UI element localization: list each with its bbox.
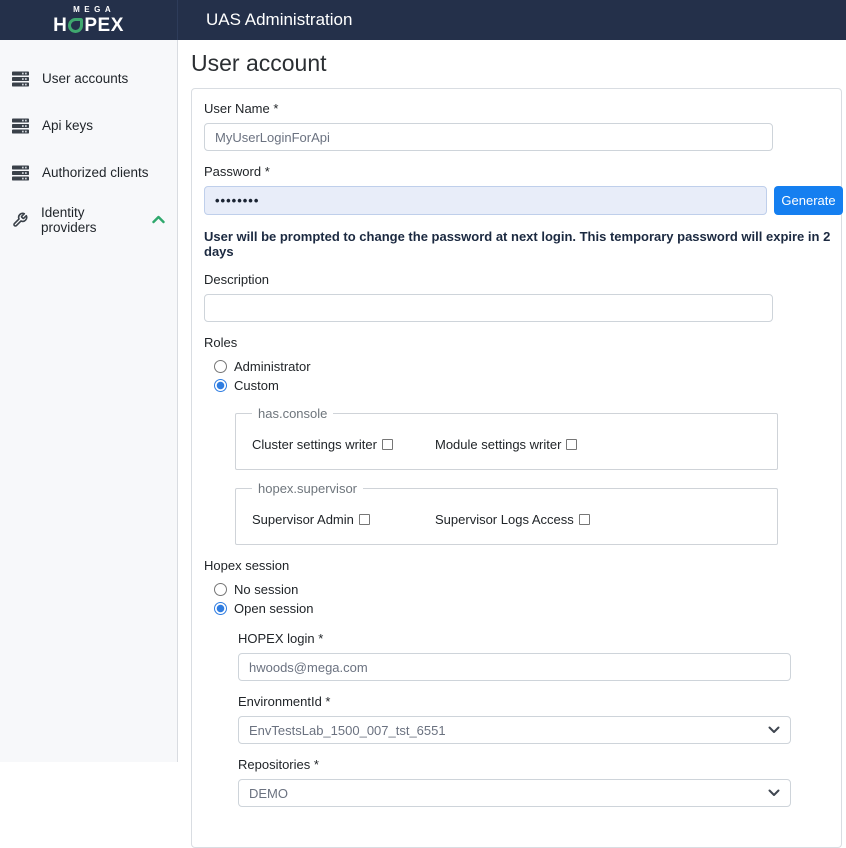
sidebar-item-label: Api keys xyxy=(42,118,93,133)
sidebar-item-user-accounts[interactable]: User accounts xyxy=(0,55,177,102)
server-list-icon xyxy=(12,165,29,181)
hopex-o-icon xyxy=(68,18,83,33)
password-label: Password * xyxy=(204,164,841,179)
main-content: User account User Name * Password * Gene… xyxy=(178,40,846,762)
sidebar-item-identity-providers[interactable]: Identity providers xyxy=(0,196,177,243)
environment-id-select[interactable]: EnvTestsLab_1500_007_tst_6551 xyxy=(238,716,791,744)
role-option-administrator[interactable]: Administrator xyxy=(214,357,841,376)
radio-unchecked-icon xyxy=(214,360,227,373)
wrench-icon xyxy=(12,212,28,228)
server-list-icon xyxy=(12,118,29,134)
chevron-down-icon xyxy=(768,726,780,734)
cluster-settings-writer-checkbox[interactable]: Cluster settings writer xyxy=(252,437,435,452)
roles-label: Roles xyxy=(204,335,841,350)
session-option-open-session[interactable]: Open session xyxy=(214,599,841,618)
roles-radio-group: Administrator Custom xyxy=(214,357,841,395)
app-title: UAS Administration xyxy=(206,10,352,30)
role-option-custom[interactable]: Custom xyxy=(214,376,841,395)
checkbox-unchecked-icon xyxy=(359,514,370,525)
supervisor-logs-access-checkbox[interactable]: Supervisor Logs Access xyxy=(435,512,590,527)
sidebar: User accounts Api keys xyxy=(0,40,178,762)
hopex-session-radio-group: No session Open session xyxy=(214,580,841,618)
logo-mega-text: MEGA xyxy=(73,6,115,14)
checkbox-unchecked-icon xyxy=(566,439,577,450)
page-title: User account xyxy=(191,49,846,77)
hopex-session-label: Hopex session xyxy=(204,558,841,573)
checkbox-unchecked-icon xyxy=(382,439,393,450)
open-session-settings: HOPEX login * EnvironmentId * EnvTestsLa… xyxy=(238,631,841,807)
hopex-supervisor-group: hopex.supervisor Supervisor Admin Superv… xyxy=(235,481,778,545)
radio-unchecked-icon xyxy=(214,583,227,596)
session-option-no-session[interactable]: No session xyxy=(214,580,841,599)
sidebar-item-label: Identity providers xyxy=(41,205,139,235)
hopex-login-label: HOPEX login * xyxy=(238,631,841,646)
generate-password-button[interactable]: Generate xyxy=(774,186,843,215)
sidebar-item-label: Authorized clients xyxy=(42,165,149,180)
repositories-label: Repositories * xyxy=(238,757,841,772)
has-console-legend: has.console xyxy=(252,406,333,421)
checkbox-unchecked-icon xyxy=(579,514,590,525)
radio-checked-icon xyxy=(214,379,227,392)
server-list-icon xyxy=(12,71,29,87)
supervisor-admin-checkbox[interactable]: Supervisor Admin xyxy=(252,512,435,527)
description-input[interactable] xyxy=(204,294,773,322)
user-name-label: User Name * xyxy=(204,101,841,116)
hopex-login-input[interactable] xyxy=(238,653,791,681)
module-settings-writer-checkbox[interactable]: Module settings writer xyxy=(435,437,577,452)
description-label: Description xyxy=(204,272,841,287)
chevron-up-icon xyxy=(152,215,165,224)
user-account-form: User Name * Password * Generate User wil… xyxy=(191,88,842,848)
radio-checked-icon xyxy=(214,602,227,615)
user-name-input[interactable] xyxy=(204,123,773,151)
logo-hopex-text: HPEX xyxy=(53,16,124,35)
password-input[interactable] xyxy=(204,186,767,215)
hopex-supervisor-legend: hopex.supervisor xyxy=(252,481,363,496)
environment-id-label: EnvironmentId * xyxy=(238,694,841,709)
sidebar-item-api-keys[interactable]: Api keys xyxy=(0,102,177,149)
password-expiry-note: User will be prompted to change the pass… xyxy=(204,229,841,259)
sidebar-item-label: User accounts xyxy=(42,71,128,86)
has-console-group: has.console Cluster settings writer Modu… xyxy=(235,406,778,470)
sidebar-item-authorized-clients[interactable]: Authorized clients xyxy=(0,149,177,196)
repositories-select[interactable]: DEMO xyxy=(238,779,791,807)
app-header: MEGA HPEX UAS Administration xyxy=(0,0,846,40)
mega-hopex-logo: MEGA HPEX xyxy=(0,0,178,40)
chevron-down-icon xyxy=(768,789,780,797)
